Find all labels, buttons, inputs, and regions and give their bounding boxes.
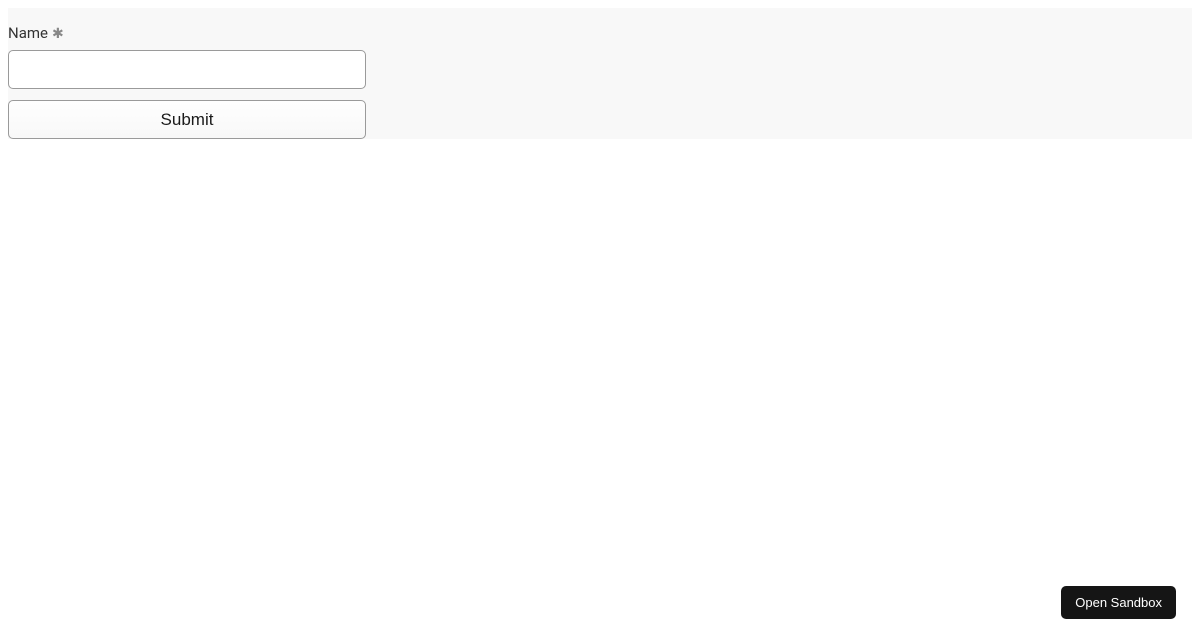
open-sandbox-button[interactable]: Open Sandbox <box>1061 586 1176 619</box>
name-field-label: Name ✱ <box>8 24 1192 42</box>
name-input[interactable] <box>8 50 366 89</box>
required-indicator-icon: ✱ <box>52 26 64 42</box>
form-container: Name ✱ Submit <box>8 8 1192 139</box>
submit-button[interactable]: Submit <box>8 100 366 139</box>
name-label-text: Name <box>8 24 48 42</box>
